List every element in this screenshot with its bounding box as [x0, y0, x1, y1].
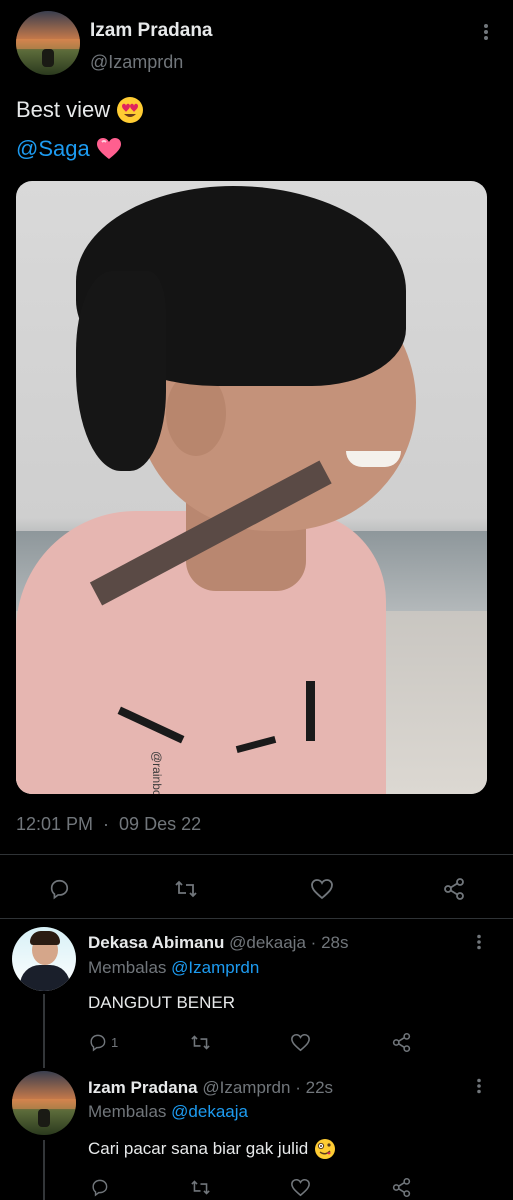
share-button[interactable] — [440, 876, 468, 902]
reply-dot: · — [295, 1078, 301, 1097]
share-icon — [392, 1032, 410, 1052]
reply-text: DANGDUT BENER — [88, 993, 236, 1012]
heart-eyes-emoji — [116, 96, 144, 124]
tweet-text-line2: @Saga — [16, 136, 122, 162]
divider — [0, 854, 513, 855]
mention-link[interactable]: @Saga — [16, 136, 90, 162]
divider — [0, 918, 513, 919]
reply-author-name[interactable]: Dekasa Abimanu — [88, 933, 224, 952]
like-button[interactable] — [308, 876, 336, 902]
like-button[interactable] — [288, 1176, 312, 1198]
tweet-timestamp: 12:01 PM · 09 Des 22 — [16, 814, 201, 835]
reply-author-handle[interactable]: @Izamprdn — [202, 1078, 290, 1097]
retweet-button[interactable] — [188, 1176, 212, 1198]
reply-button[interactable] — [88, 1176, 110, 1198]
tweet-time: 12:01 PM — [16, 814, 94, 834]
replying-to-link[interactable]: @Izamprdn — [171, 958, 259, 977]
more-icon[interactable] — [476, 20, 496, 44]
like-icon — [290, 1178, 310, 1196]
like-button[interactable] — [288, 1031, 312, 1053]
reply-icon — [50, 879, 69, 900]
replying-label: Membalas — [88, 1102, 167, 1121]
replying-label: Membalas — [88, 958, 167, 977]
tweet-text: Best view — [16, 97, 111, 122]
reply-dot: · — [310, 933, 317, 952]
author-handle[interactable]: @Izamprdn — [90, 52, 183, 73]
reply-author-name[interactable]: Izam Pradana — [88, 1078, 198, 1097]
reply-age: 28s — [321, 933, 349, 952]
reply-button[interactable] — [46, 876, 72, 902]
reply-button[interactable]: 1 — [88, 1031, 118, 1053]
reply-avatar[interactable] — [12, 927, 76, 991]
author-avatar[interactable] — [16, 11, 80, 75]
replying-to: Membalas @Izamprdn — [88, 958, 259, 978]
reply-header: Izam Pradana @Izamprdn · 22s — [88, 1078, 333, 1098]
thread-line — [43, 1140, 45, 1200]
reply-age: 22s — [305, 1078, 334, 1097]
pink-heart-emoji — [96, 137, 122, 161]
reply-header: Dekasa Abimanu @dekaaja · 28s — [88, 933, 348, 953]
replying-to-link[interactable]: @dekaaja — [171, 1102, 248, 1121]
reply-icon — [91, 1179, 107, 1196]
thread-line — [43, 994, 45, 1068]
reply-icon — [90, 1034, 106, 1051]
tweet-image[interactable]: @rainbownsmiles — [16, 181, 487, 794]
like-icon — [290, 1033, 310, 1051]
retweet-icon — [190, 1179, 210, 1195]
retweet-button[interactable] — [188, 1031, 212, 1053]
more-icon[interactable] — [470, 1076, 488, 1096]
zany-face-emoji — [314, 1138, 336, 1160]
share-button[interactable] — [389, 1175, 413, 1199]
reply-count: 1 — [111, 1034, 119, 1050]
reply-avatar[interactable] — [12, 1071, 76, 1135]
retweet-button[interactable] — [172, 876, 200, 902]
timestamp-separator: · — [103, 814, 110, 834]
author-name[interactable]: Izam Pradana — [90, 20, 213, 42]
share-button[interactable] — [389, 1030, 413, 1054]
tweet-text-line1: Best view — [16, 96, 144, 124]
reply-text: Cari pacar sana biar gak julid — [88, 1139, 309, 1158]
like-icon — [311, 879, 333, 900]
retweet-icon — [175, 880, 197, 898]
image-watermark: @rainbownsmiles — [150, 751, 164, 794]
retweet-icon — [190, 1034, 210, 1050]
tweet-date[interactable]: 09 Des 22 — [119, 814, 201, 835]
more-icon[interactable] — [470, 932, 488, 952]
share-icon — [392, 1177, 410, 1197]
replying-to: Membalas @dekaaja — [88, 1102, 248, 1122]
reply-text-row: Cari pacar sana biar gak julid — [88, 1138, 336, 1160]
share-icon — [444, 878, 464, 900]
reply-author-handle[interactable]: @dekaaja — [229, 933, 306, 952]
